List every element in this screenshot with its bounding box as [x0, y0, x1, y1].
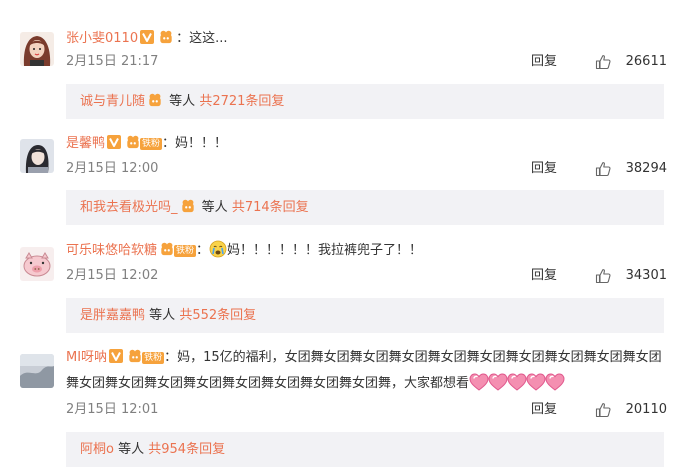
reply-wait-label: 等人	[201, 200, 228, 215]
colon: ：	[196, 243, 210, 258]
fan-badge-icon	[127, 349, 143, 363]
avatar[interactable]	[20, 139, 54, 173]
thumbs-up-icon	[595, 268, 611, 284]
vip-v-icon	[140, 30, 154, 44]
fan-badge-icon	[180, 199, 196, 213]
colon: ：	[162, 136, 176, 151]
reply-summary[interactable]: 诚与青儿随 等人 共2721条回复	[66, 84, 664, 119]
comment-content: 可乐味悠哈软糖 铁粉： 妈！！！！！！我拉裤兜子了！！	[66, 240, 667, 262]
comment-time: 2月15日 12:00	[66, 161, 159, 176]
thumbs-up-icon	[595, 54, 611, 70]
reply-wait-label: 等人	[149, 308, 176, 323]
fan-level-badge: 铁粉	[140, 138, 163, 150]
like-button[interactable]: 26611	[595, 51, 667, 73]
reply-wait-label: 等人	[169, 94, 196, 109]
comment-content: 是馨鸭 铁粉 ：妈！！！	[66, 133, 667, 155]
comment-meta: 2月15日 21:17 回复 26611	[66, 51, 667, 73]
comment-username[interactable]: 可乐味悠哈软糖	[66, 243, 157, 258]
colon: ：	[164, 350, 178, 365]
comment-meta: 2月15日 12:01 回复 20110	[66, 399, 667, 421]
comment-text: 这这...	[189, 31, 228, 46]
colon: ：	[176, 31, 190, 46]
vip-v-icon	[107, 135, 121, 149]
avatar[interactable]	[20, 354, 54, 388]
like-count: 38294	[625, 161, 667, 176]
crying-emoji-icon	[209, 240, 227, 258]
heart-emoji-icon	[507, 373, 527, 391]
heart-emoji-icon	[545, 373, 565, 391]
reply-username[interactable]: 阿桐o	[80, 442, 114, 457]
thumbs-up-icon	[595, 402, 611, 418]
fan-badge-icon	[158, 30, 174, 44]
reply-count-link[interactable]: 共954条回复	[148, 442, 225, 457]
avatar[interactable]	[20, 247, 54, 281]
like-button[interactable]: 20110	[595, 399, 667, 421]
like-count: 20110	[625, 402, 667, 417]
comment-text: 妈！！！！！！我拉裤兜子了！！	[227, 243, 423, 258]
comment-meta: 2月15日 12:00 回复 38294	[66, 158, 667, 180]
reply-button[interactable]: 回复	[531, 51, 557, 73]
comment-content: MI呀呐 铁粉 ：妈，15亿的福利，女团舞女团舞女团舞女团舞女团舞女团舞女团舞女团舞…	[66, 345, 666, 397]
comment-time: 2月15日 12:02	[66, 268, 159, 283]
reply-username[interactable]: 是胖嘉嘉鸭	[80, 308, 145, 323]
reply-count-link[interactable]: 共714条回复	[232, 200, 309, 215]
like-count: 26611	[625, 54, 667, 69]
like-button[interactable]: 34301	[595, 265, 667, 287]
reply-summary[interactable]: 阿桐o 等人 共954条回复	[66, 432, 664, 467]
reply-summary[interactable]: 是胖嘉嘉鸭 等人 共552条回复	[66, 298, 664, 333]
fan-level-badge: 铁粉	[174, 245, 197, 257]
thumbs-up-icon	[595, 161, 611, 177]
fan-level-badge: 铁粉	[142, 352, 165, 364]
fan-badge-icon	[147, 93, 163, 107]
reply-button[interactable]: 回复	[531, 158, 557, 180]
heart-emoji-icon	[469, 373, 489, 391]
heart-emoji-row	[469, 376, 564, 391]
reply-username[interactable]: 诚与青儿随	[80, 94, 145, 109]
comment-meta: 2月15日 12:02 回复 34301	[66, 265, 667, 287]
like-button[interactable]: 38294	[595, 158, 667, 180]
reply-summary[interactable]: 和我去看极光吗_ 等人 共714条回复	[66, 190, 664, 225]
reply-count-link[interactable]: 共2721条回复	[199, 94, 284, 109]
reply-wait-label: 等人	[118, 442, 145, 457]
comment-text: 妈！！！	[175, 136, 228, 151]
reply-button[interactable]: 回复	[531, 265, 557, 287]
like-count: 34301	[625, 268, 667, 283]
reply-button[interactable]: 回复	[531, 399, 557, 421]
vip-v-icon	[109, 349, 123, 363]
comment-username[interactable]: 是馨鸭	[66, 136, 105, 151]
reply-count-link[interactable]: 共552条回复	[179, 308, 256, 323]
comment-content: 张小斐0110 ：这这...	[66, 28, 667, 50]
heart-emoji-icon	[526, 373, 546, 391]
reply-username[interactable]: 和我去看极光吗_	[80, 200, 178, 215]
comment-username[interactable]: MI呀呐	[66, 350, 107, 365]
fan-badge-icon	[159, 242, 175, 256]
comment-time: 2月15日 21:17	[66, 54, 159, 69]
fan-badge-icon	[125, 135, 141, 149]
avatar[interactable]	[20, 32, 54, 66]
comment-username[interactable]: 张小斐0110	[66, 31, 138, 46]
comment-time: 2月15日 12:01	[66, 402, 159, 417]
heart-emoji-icon	[488, 373, 508, 391]
